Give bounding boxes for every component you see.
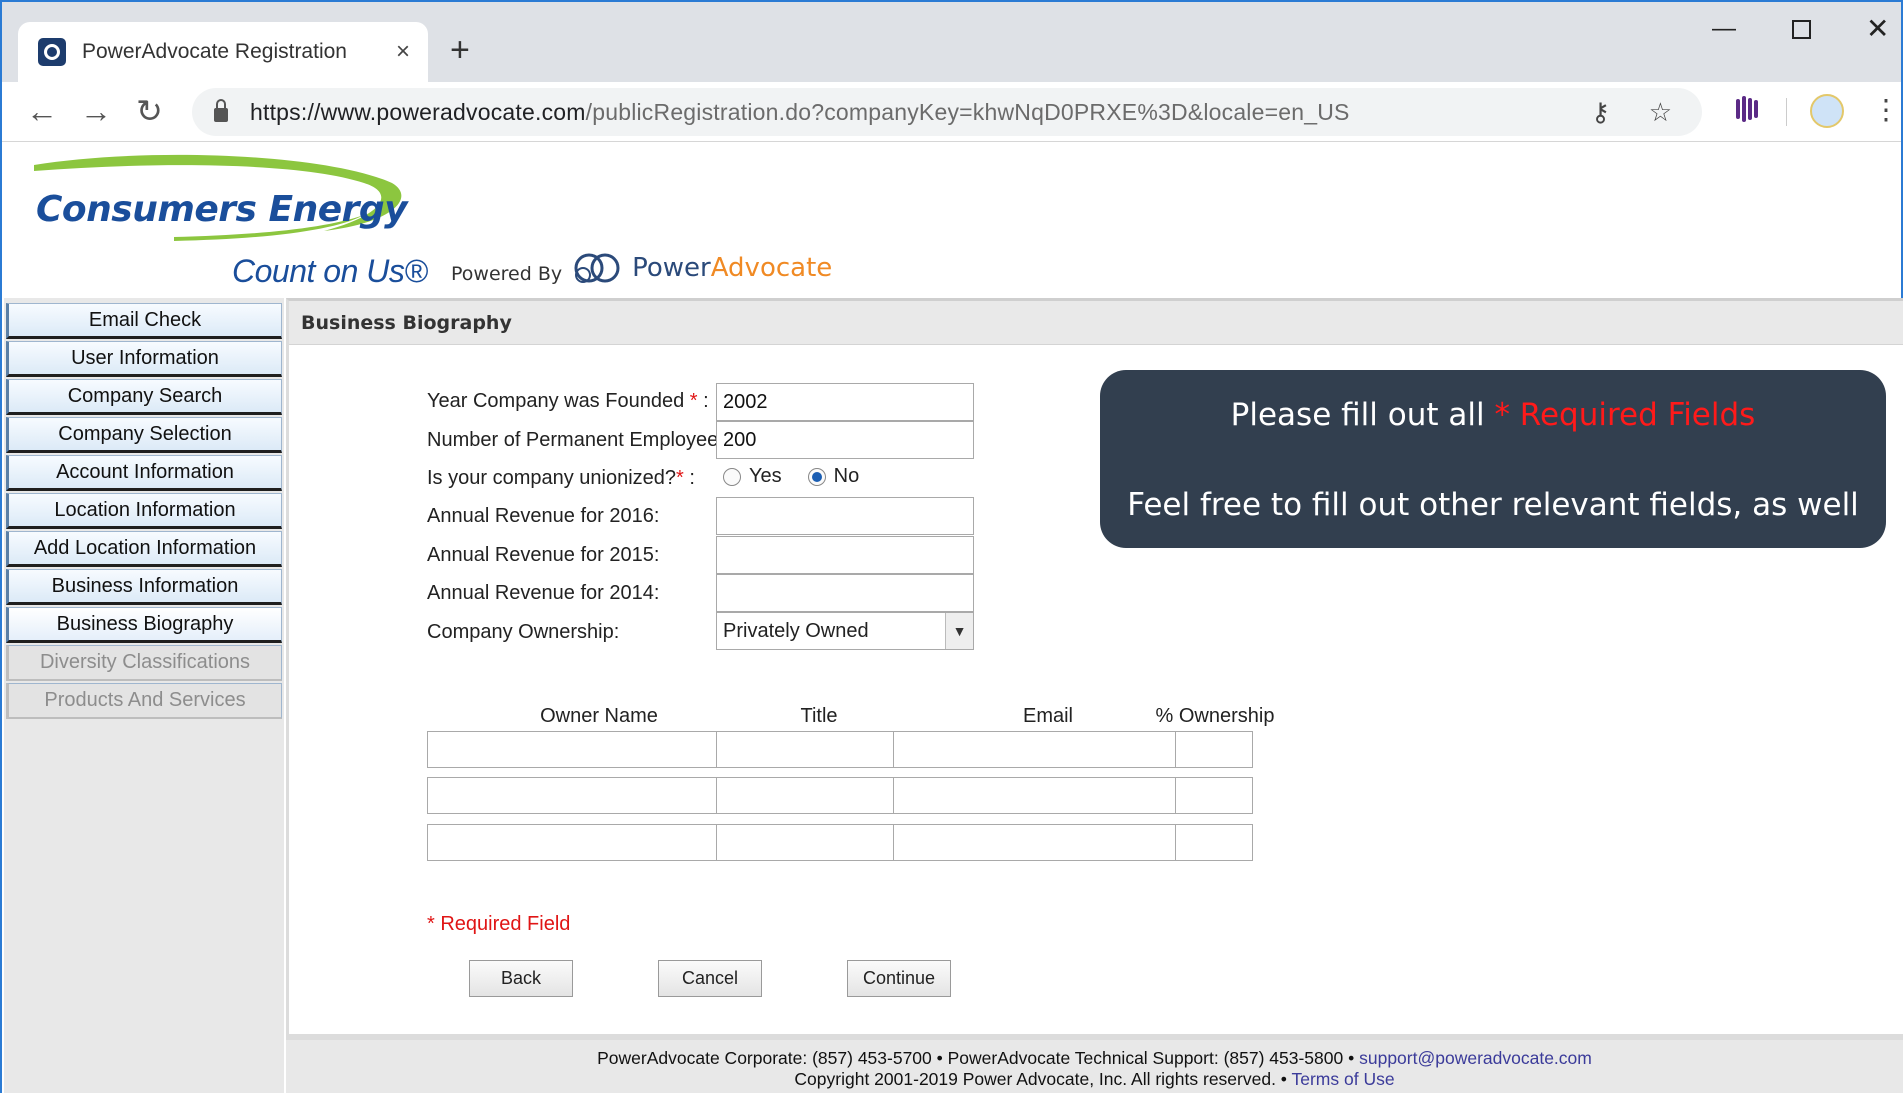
bookmark-star-icon[interactable]: ☆ xyxy=(1649,96,1672,128)
unionized-yes-label: Yes xyxy=(749,465,782,487)
forward-arrow-icon[interactable]: → xyxy=(80,94,112,128)
nav-step-add-location-information[interactable]: Add Location Information xyxy=(6,531,282,567)
nav-step-business-information[interactable]: Business Information xyxy=(6,569,282,605)
nav-step-company-selection[interactable]: Company Selection xyxy=(6,417,282,453)
favicon-icon xyxy=(38,38,66,66)
unionized-yes-radio[interactable] xyxy=(723,467,741,486)
continue-button[interactable]: Continue xyxy=(847,960,951,997)
back-arrow-icon[interactable]: ← xyxy=(26,94,58,128)
window-minimize-button[interactable]: — xyxy=(1712,14,1736,44)
year-founded-label: Year Company was Founded * : xyxy=(427,390,709,412)
tab-title: PowerAdvocate Registration xyxy=(82,40,347,63)
chevron-down-icon[interactable]: ▼ xyxy=(945,613,973,649)
support-email-link[interactable]: support@poweradvocate.com xyxy=(1359,1048,1592,1068)
required-field-note: * Required Field xyxy=(427,913,571,935)
owner-title-input[interactable] xyxy=(716,777,922,814)
powered-by-poweradvocate: Powered By PowerAdvocate xyxy=(451,251,832,285)
back-button[interactable]: Back xyxy=(469,960,573,997)
required-fields-callout: Please fill out all * Required Fields Fe… xyxy=(1100,370,1886,548)
key-icon[interactable]: ⚷ xyxy=(1591,96,1610,128)
ownership-label: Company Ownership: xyxy=(427,621,620,643)
owner-pct-input[interactable] xyxy=(1175,731,1253,768)
ownership-selected-value: Privately Owned xyxy=(723,619,869,642)
year-founded-input[interactable] xyxy=(716,383,974,421)
browser-tab[interactable]: PowerAdvocate Registration × xyxy=(18,22,428,82)
profile-avatar-icon[interactable] xyxy=(1810,94,1844,128)
reload-icon[interactable]: ↻ xyxy=(136,94,163,128)
nav-step-business-biography[interactable]: Business Biography xyxy=(6,607,282,643)
nav-step-email-check[interactable]: Email Check xyxy=(6,303,282,339)
revenue-2016-label: Annual Revenue for 2016: xyxy=(427,505,660,527)
window-close-button[interactable]: ✕ xyxy=(1866,14,1889,44)
owner-title-input[interactable] xyxy=(716,731,922,768)
owner-pct-input[interactable] xyxy=(1175,777,1253,814)
ownership-pct-column-header: % Ownership xyxy=(1155,705,1275,727)
terms-of-use-link[interactable]: Terms of Use xyxy=(1291,1069,1394,1089)
tab-bar: PowerAdvocate Registration × + — ✕ xyxy=(2,2,1901,82)
nav-step-user-information[interactable]: User Information xyxy=(6,341,282,377)
poweradvocate-wordmark: PowerAdvocate xyxy=(632,253,833,283)
consumers-energy-logo: Consumers Energy Count on Us® xyxy=(24,153,444,289)
callout-line-2: Feel free to fill out other relevant fie… xyxy=(1127,487,1859,523)
registration-steps-nav: Email Check User Information Company Sea… xyxy=(6,303,282,721)
new-tab-button[interactable]: + xyxy=(450,30,470,70)
browser-menu-icon[interactable]: ⋮ xyxy=(1872,92,1900,128)
title-column-header: Title xyxy=(800,705,838,727)
powered-by-label: Powered By xyxy=(451,263,563,285)
cancel-button[interactable]: Cancel xyxy=(658,960,762,997)
nav-step-company-search[interactable]: Company Search xyxy=(6,379,282,415)
logo-company-name: Consumers Energy xyxy=(36,189,408,230)
revenue-2016-input[interactable] xyxy=(716,497,974,535)
address-bar[interactable]: https://www.poweradvocate.com/publicRegi… xyxy=(192,88,1702,136)
nav-step-location-information[interactable]: Location Information xyxy=(6,493,282,529)
revenue-2014-input[interactable] xyxy=(716,574,974,612)
page-content: Consumers Energy Count on Us® Powered By… xyxy=(4,143,1903,1093)
ownership-select[interactable]: Privately Owned ▼ xyxy=(716,612,974,650)
window-maximize-button[interactable] xyxy=(1792,14,1811,47)
owner-email-input[interactable] xyxy=(893,824,1203,861)
revenue-2015-label: Annual Revenue for 2015: xyxy=(427,544,660,566)
unionized-label: Is your company unionized?* : xyxy=(427,467,695,489)
revenue-2014-label: Annual Revenue for 2014: xyxy=(427,582,660,604)
unionized-radio-group: Yes No xyxy=(723,465,859,488)
footer-contact-line: PowerAdvocate Corporate: (857) 453-5700 … xyxy=(597,1048,1592,1068)
toolbar-divider xyxy=(1786,98,1787,126)
owner-email-input[interactable] xyxy=(893,731,1203,768)
logo-tagline: Count on Us® xyxy=(232,253,428,289)
maximize-icon xyxy=(1792,20,1811,39)
browser-toolbar: ← → ↻ https://www.poweradvocate.com/publ… xyxy=(2,82,1901,142)
tab-close-icon[interactable]: × xyxy=(396,38,410,66)
owner-pct-input[interactable] xyxy=(1175,824,1253,861)
owner-title-input[interactable] xyxy=(716,824,922,861)
footer-copyright-line: Copyright 2001-2019 Power Advocate, Inc.… xyxy=(794,1069,1395,1089)
browser-window: PowerAdvocate Registration × + — ✕ ← → ↻… xyxy=(0,0,1903,1093)
poweradvocate-logo-icon xyxy=(574,253,620,283)
revenue-2015-input[interactable] xyxy=(716,536,974,574)
nav-step-products-and-services: Products And Services xyxy=(6,683,282,719)
lock-icon xyxy=(214,99,228,122)
extension-icon[interactable] xyxy=(1736,96,1758,122)
url-text[interactable]: https://www.poweradvocate.com/publicRegi… xyxy=(250,99,1350,126)
employees-label: Number of Permanent Employees * : xyxy=(427,429,753,451)
nav-step-diversity-classifications: Diversity Classifications xyxy=(6,645,282,681)
unionized-no-radio[interactable] xyxy=(807,467,826,486)
page-footer: PowerAdvocate Corporate: (857) 453-5700 … xyxy=(286,1040,1903,1093)
unionized-no-label: No xyxy=(833,465,860,487)
nav-step-account-information[interactable]: Account Information xyxy=(6,455,282,491)
callout-line-1: Please fill out all * Required Fields xyxy=(1230,397,1756,433)
owner-email-input[interactable] xyxy=(893,777,1203,814)
section-title: Business Biography xyxy=(289,301,1903,345)
employees-input[interactable] xyxy=(716,421,974,459)
